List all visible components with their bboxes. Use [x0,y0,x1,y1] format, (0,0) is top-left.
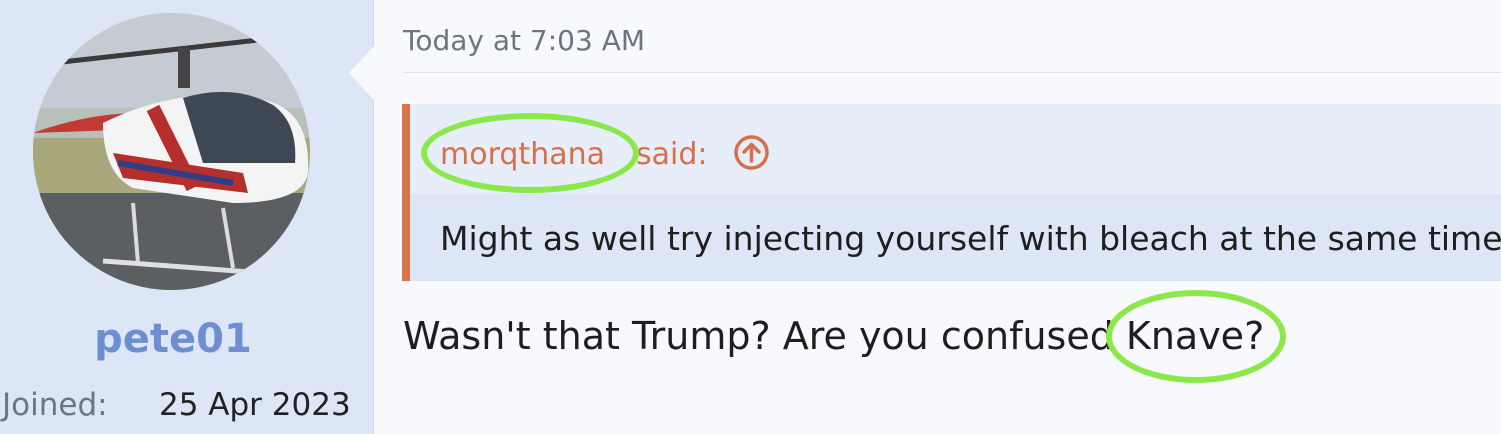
post-timestamp[interactable]: Today at 7:03 AM [403,24,645,57]
joined-label: Joined: [2,387,108,423]
user-panel: pete01 Joined: 25 Apr 2023 [0,0,374,434]
message-pointer [349,46,374,100]
quote-body: Might as well try injecting yourself wit… [410,194,1501,281]
arrow-up-circle-icon[interactable] [733,134,770,171]
joined-date: 25 Apr 2023 [159,387,351,423]
quote-said-label: said: [636,137,708,172]
divider [403,72,1501,73]
avatar[interactable] [33,13,310,290]
highlight-circle-knave [1106,290,1286,383]
quote-text: Might as well try injecting yourself wit… [440,219,1501,258]
message-content: Today at 7:03 AM morqthana said: Might a… [374,0,1501,434]
username[interactable]: pete01 [0,316,346,362]
helicopter-image [33,13,310,290]
highlight-circle-author [421,113,639,193]
